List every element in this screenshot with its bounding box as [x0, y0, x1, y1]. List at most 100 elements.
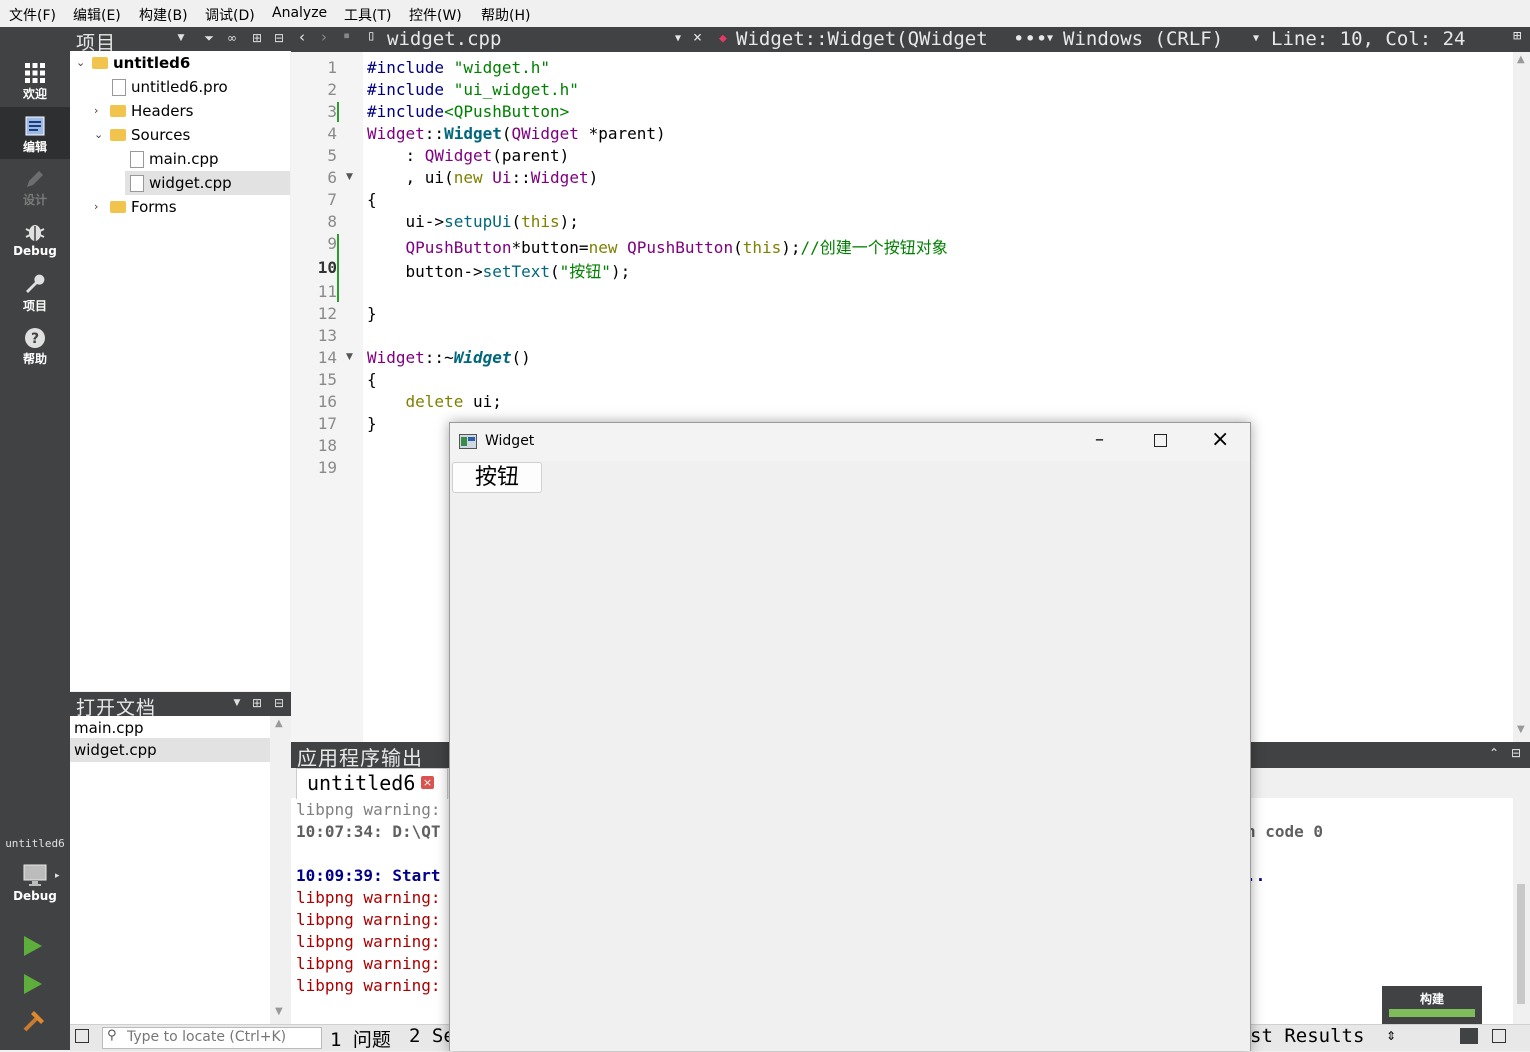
menu-edit[interactable]: 编辑(E) — [73, 5, 121, 25]
output-line-fragment: n code 0 — [1246, 822, 1324, 841]
back-icon[interactable]: ‹ — [299, 28, 305, 46]
scroll-thumb[interactable] — [1517, 884, 1525, 1004]
tree-item-forms[interactable]: › Forms — [70, 195, 290, 219]
search-results-button[interactable]: 2 Se — [409, 1025, 455, 1047]
split-icon[interactable]: ⊞ — [1513, 28, 1521, 44]
dropdown-icon[interactable]: ▼ — [230, 696, 244, 710]
mode-debug[interactable]: Debug — [0, 213, 70, 265]
current-file[interactable]: widget.cpp — [387, 28, 501, 50]
scroll-down-icon[interactable]: ▼ — [275, 1006, 283, 1017]
mode-projects[interactable]: 项目 — [0, 266, 70, 318]
tree-item-widget-label: widget.cpp — [149, 174, 232, 192]
output-line: libpng warning: — [296, 932, 441, 951]
tree-item-main[interactable]: main.cpp — [70, 147, 290, 171]
run-icon[interactable] — [24, 936, 42, 956]
open-docs-scrollbar[interactable]: ▲ ▼ — [271, 716, 290, 1024]
tree-item-widget[interactable]: widget.cpp — [125, 171, 290, 195]
tree-root[interactable]: ⌄ untitled6 — [70, 51, 290, 75]
line-number: 17 — [317, 414, 337, 433]
cursor-position[interactable]: Line: 10, Col: 24 — [1271, 28, 1465, 50]
output-toggle-icon[interactable] — [1460, 1028, 1478, 1044]
app-window-titlebar[interactable]: Widget – × — [450, 423, 1250, 461]
maximize-icon[interactable] — [1154, 434, 1167, 447]
symbol-selector[interactable]: Widget::Widget(QWidget — [736, 28, 988, 50]
line-number: 14 — [317, 348, 337, 367]
close-file-icon[interactable]: × — [693, 28, 702, 46]
tree-item-headers[interactable]: › Headers — [70, 99, 290, 123]
close-tab-icon[interactable]: × — [421, 776, 434, 789]
menu-file[interactable]: 文件(F) — [9, 5, 56, 25]
menu-controls[interactable]: 控件(W) — [409, 5, 462, 25]
split-icon[interactable]: ⊞ — [250, 31, 264, 45]
line-ending-dropdown-icon[interactable]: ▼ — [1253, 33, 1259, 44]
open-doc-item[interactable]: main.cpp — [70, 716, 270, 740]
minimize-icon[interactable]: – — [1095, 429, 1104, 450]
lock-icon: ▪ — [343, 28, 351, 42]
output-tab[interactable]: untitled6 × — [296, 768, 448, 799]
test-results-button[interactable]: st Results — [1250, 1025, 1364, 1047]
close-icon[interactable]: × — [1211, 427, 1229, 452]
output-line: libpng warning: — [296, 800, 441, 819]
close-pane-icon[interactable]: ⊟ — [1511, 746, 1521, 760]
output-line: 10:09:39: Start — [296, 866, 441, 885]
menu-build[interactable]: 构建(B) — [139, 5, 188, 25]
more-panes-icon[interactable]: ⇕ — [1386, 1029, 1396, 1043]
tree-item-pro[interactable]: untitled6.pro — [70, 75, 290, 99]
forward-icon[interactable]: › — [321, 28, 327, 46]
tree-item-sources[interactable]: ⌄ Sources — [70, 123, 290, 147]
line-number-gutter: 1 2 3 4 5 6 7 8 9 10 11 12 13 14 15 16 1… — [291, 52, 363, 742]
code-line: } — [367, 304, 377, 323]
toggle-sidebar-icon[interactable] — [75, 1029, 89, 1043]
mode-design[interactable]: 设计 — [0, 160, 70, 212]
build-hammer-icon[interactable] — [22, 1007, 48, 1033]
fold-marker-icon[interactable]: ▼ — [346, 172, 353, 182]
search-icon: ⚲ — [107, 1028, 117, 1043]
mode-edit[interactable]: 编辑 — [0, 107, 70, 159]
line-ending[interactable]: Windows (CRLF) — [1063, 28, 1223, 50]
mode-welcome[interactable]: 欢迎 — [0, 54, 70, 106]
close-pane-icon[interactable]: ⊟ — [272, 696, 286, 710]
file-dropdown-icon[interactable]: ▼ — [675, 33, 681, 44]
code-token: ( — [511, 212, 522, 231]
menu-tools[interactable]: 工具(T) — [344, 5, 391, 25]
symbol-dropdown-icon[interactable]: ▼ — [1047, 33, 1053, 44]
scroll-down-icon[interactable]: ▼ — [1517, 724, 1525, 735]
issues-pane-button[interactable]: 1 问题 — [330, 1025, 391, 1052]
line-number: 1 — [327, 58, 337, 77]
line-number: 13 — [317, 326, 337, 345]
locator-input[interactable]: ⚲ Type to locate (Ctrl+K) — [102, 1027, 322, 1049]
code-token: setText — [482, 262, 551, 281]
menu-analyze[interactable]: Analyze — [272, 5, 327, 21]
filter-icon[interactable]: ⏷ — [202, 31, 216, 45]
scroll-up-icon[interactable]: ▲ — [1517, 54, 1525, 65]
push-button[interactable]: 按钮 — [452, 462, 542, 493]
kit-config-label: Debug — [13, 889, 57, 903]
kit-expand-icon: ▸ — [55, 871, 60, 881]
split-icon[interactable]: ⊞ — [250, 696, 264, 710]
mode-help[interactable]: ? 帮助 — [0, 319, 70, 371]
kit-selector[interactable]: ▸ Debug — [0, 859, 70, 917]
scroll-up-icon[interactable]: ▲ — [275, 718, 283, 729]
dropdown-icon[interactable]: ▼ — [174, 31, 188, 45]
line-number: 16 — [317, 392, 337, 411]
editor-scrollbar[interactable]: ▲ ▼ — [1513, 52, 1530, 742]
code-token: ); — [781, 238, 801, 257]
toggle-right-sidebar-icon[interactable] — [1492, 1029, 1506, 1043]
debug-run-icon[interactable] — [24, 974, 42, 994]
mode-projects-label: 项目 — [22, 299, 47, 313]
code-token: , ui( — [367, 168, 454, 187]
chevron-right-icon: › — [94, 200, 99, 213]
maximize-pane-icon[interactable]: ⌃ — [1489, 746, 1499, 760]
close-pane-icon[interactable]: ⊟ — [272, 31, 286, 45]
line-number: 5 — [327, 146, 337, 165]
output-line: 10:07:34: D:\QT — [296, 822, 441, 841]
menu-debug[interactable]: 调试(D) — [205, 5, 255, 25]
output-scrollbar[interactable] — [1513, 798, 1530, 1024]
locator-placeholder: Type to locate (Ctrl+K) — [127, 1029, 287, 1045]
line-number: 12 — [317, 304, 337, 323]
build-progress: 构建 — [1382, 986, 1482, 1024]
menu-help[interactable]: 帮助(H) — [481, 5, 530, 25]
open-doc-item[interactable]: widget.cpp — [70, 738, 270, 762]
fold-marker-icon[interactable]: ▼ — [346, 352, 353, 362]
link-icon[interactable]: ∞ — [225, 31, 239, 45]
